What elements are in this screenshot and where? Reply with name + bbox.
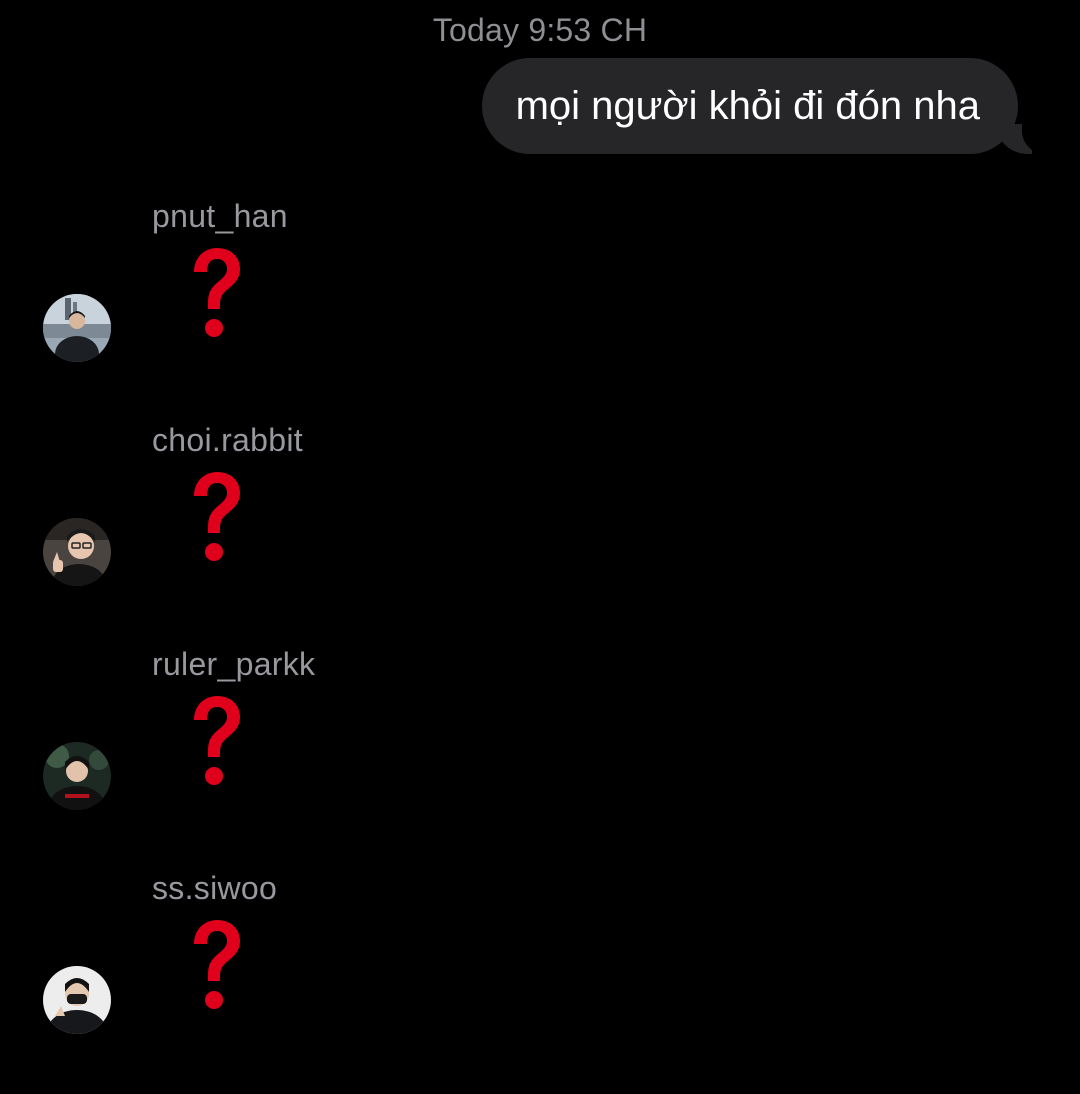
avatar-photo xyxy=(43,966,111,1034)
question-mark-icon xyxy=(194,920,240,1009)
avatar[interactable] xyxy=(43,294,111,362)
avatar[interactable] xyxy=(43,518,111,586)
incoming-message-group: pnut_han xyxy=(0,198,1080,422)
message-timestamp: Today 9:53 CH xyxy=(432,12,648,48)
outgoing-message-text: mọi người khỏi đi đón nha xyxy=(515,83,980,128)
incoming-message-group: ss.siwoo xyxy=(0,870,1080,1094)
question-mark-icon xyxy=(194,472,240,561)
outgoing-message-bubble[interactable]: mọi người khỏi đi đón nha xyxy=(481,58,1052,155)
avatar-photo xyxy=(43,742,111,810)
avatar-photo xyxy=(43,294,111,362)
sender-name[interactable]: pnut_han xyxy=(152,198,288,235)
avatar-photo xyxy=(43,518,111,586)
sender-name[interactable]: ruler_parkk xyxy=(152,646,315,683)
question-mark-icon xyxy=(194,248,240,337)
avatar[interactable] xyxy=(43,966,111,1034)
sender-name[interactable]: choi.rabbit xyxy=(152,422,303,459)
sender-name[interactable]: ss.siwoo xyxy=(152,870,277,907)
question-mark-icon xyxy=(194,696,240,785)
incoming-message-group: ruler_parkk xyxy=(0,646,1080,870)
avatar[interactable] xyxy=(43,742,111,810)
incoming-message-group: choi.rabbit xyxy=(0,422,1080,646)
